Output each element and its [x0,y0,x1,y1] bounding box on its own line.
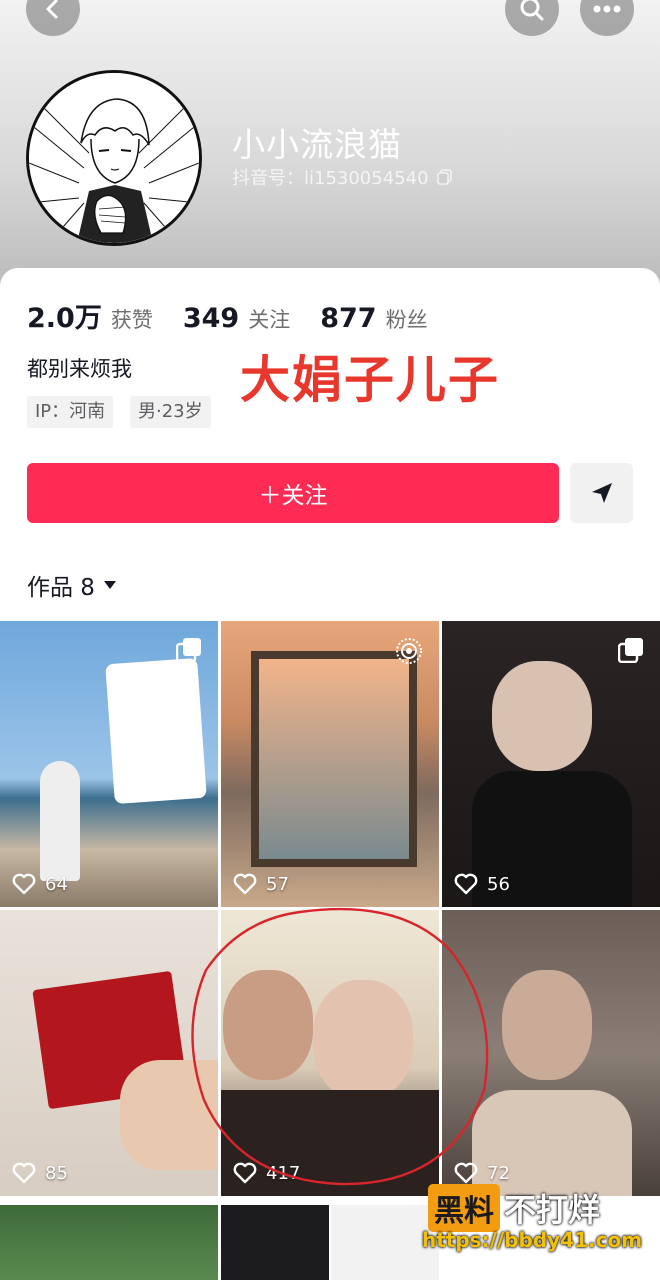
follow-button[interactable]: ＋关注 [27,463,559,523]
watermark-url: https://bbdy41.com [422,1228,643,1252]
works-label: 作品 8 [27,575,95,601]
douyin-id: 抖音号：li1530054540 [232,168,429,189]
heart-icon [12,873,36,895]
watermark-brand-rest: 不打烊 [504,1191,601,1229]
video-thumbnail[interactable]: 56 [442,621,660,907]
more-dots-icon [593,5,621,13]
stat-number: 349 [182,303,240,334]
bio: 都别来烦我 [27,357,132,381]
stat-followers[interactable]: 877 粉丝 [320,303,427,334]
video-thumbnail[interactable] [0,1205,218,1280]
video-thumbnail[interactable] [221,1205,329,1280]
multi-image-icon [176,638,201,663]
window-scene [251,651,417,867]
live-photo-icon [396,638,422,664]
stat-label: 获赞 [110,308,153,332]
person-figure [40,761,80,881]
stat-following[interactable]: 349 关注 [183,303,290,334]
like-count: 85 [12,1162,68,1184]
like-count: 64 [12,873,68,895]
video-thumbnail[interactable]: 57 [221,621,439,907]
stats-row: 2.0万 获赞 349 关注 877 粉丝 [27,296,458,335]
douyin-id-row: 抖音号：li1530054540 [232,164,453,190]
like-number: 64 [45,873,68,895]
follow-label: ＋关注 [258,483,328,509]
chevron-left-icon [46,0,58,19]
stat-number: 2.0万 [27,303,102,334]
face-figure [502,970,592,1080]
search-icon [520,0,544,21]
video-thumbnail[interactable]: 64 [0,621,218,907]
avatar[interactable] [26,70,202,246]
works-tab[interactable]: 作品 8 [27,568,117,602]
avatar-illustration [29,73,199,243]
copy-icon[interactable] [436,169,453,185]
face-figure [492,661,592,771]
red-circle-annotation [191,907,489,1186]
screenshot-inset [105,657,207,805]
stat-label: 粉丝 [385,308,428,332]
multi-image-icon [618,638,643,663]
like-number: 85 [45,1162,68,1184]
stat-label: 关注 [248,308,291,332]
send-icon [591,483,612,503]
watermark-brand-box: 黑料 [428,1184,500,1232]
stat-number: 877 [320,303,377,334]
caret-down-icon [103,581,116,589]
gender-age-tag: 男·23岁 [130,396,211,428]
message-button[interactable] [570,463,633,523]
watermark-brand: 黑料 不打烊 [428,1184,600,1232]
watermark: 黑料 不打烊 https://bbdy41.com [422,1180,660,1280]
stat-likes[interactable]: 2.0万 获赞 [27,296,153,335]
ip-tag: IP：河南 [27,396,114,428]
overlay-annotation: 大娟子儿子 [240,351,500,409]
heart-icon [12,1162,36,1184]
nickname: 小小流浪猫 [232,125,402,164]
